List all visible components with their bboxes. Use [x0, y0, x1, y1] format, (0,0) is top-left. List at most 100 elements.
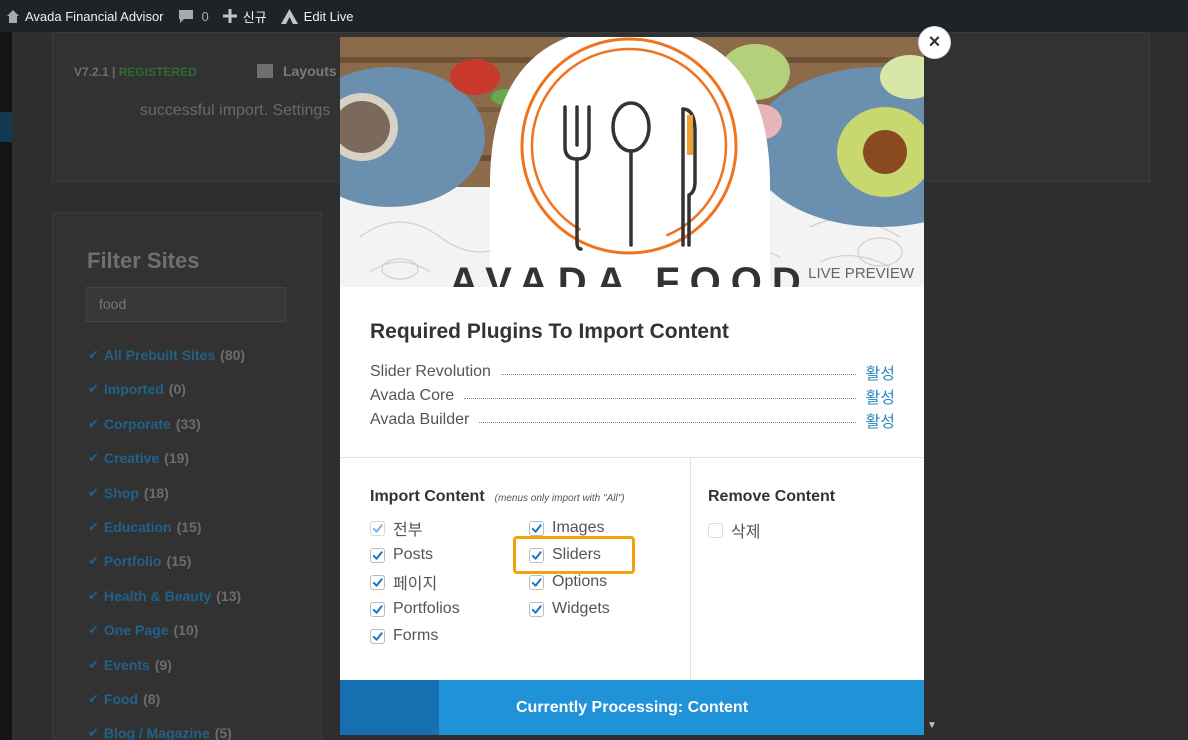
- site-name-label: Avada Financial Advisor: [25, 8, 164, 24]
- home-icon: [7, 9, 19, 23]
- version-number: V7.2.1: [74, 65, 109, 79]
- import-option-checkbox[interactable]: [370, 520, 385, 536]
- category-item[interactable]: ✔ Blog / Magazine (5): [88, 725, 245, 740]
- category-item[interactable]: ✔ Food (8): [88, 691, 245, 725]
- category-item[interactable]: ✔ Health & Beauty (13): [88, 588, 245, 622]
- plugin-row: Avada Builder 활성: [370, 408, 895, 432]
- filter-title: Filter Sites: [87, 248, 200, 273]
- import-option-checkbox[interactable]: [370, 628, 385, 644]
- version-separator: |: [112, 65, 116, 79]
- food-preview-illustration: AVADA FOOD: [340, 37, 924, 287]
- check-icon: ✔: [88, 415, 99, 431]
- import-modal: AVADA FOOD LIVE PREVIEW Required Plugins…: [340, 37, 924, 735]
- collapse-menu-tab[interactable]: [0, 112, 12, 142]
- layouts-link[interactable]: Layouts: [257, 63, 337, 79]
- category-name: Corporate: [103, 415, 171, 432]
- plugin-row: Slider Revolution 활성: [370, 360, 895, 384]
- category-item[interactable]: ✔ Imported (0): [88, 381, 245, 415]
- import-option-label: 전부: [393, 522, 423, 539]
- filter-search-input[interactable]: food: [86, 287, 286, 322]
- import-content-note: (menus only import with "All"): [494, 493, 625, 504]
- admin-bar: Avada Financial Advisor 0 신규 Edit Live: [0, 0, 1188, 32]
- scroll-down-arrow-icon[interactable]: ▼: [927, 720, 937, 731]
- import-option-checkbox[interactable]: [529, 574, 544, 590]
- category-count: (18): [143, 484, 169, 501]
- version-info: V7.2.1 | REGISTERED: [74, 65, 197, 79]
- import-option[interactable]: Portfolios: [370, 598, 460, 620]
- remove-all-label: 삭제: [731, 524, 761, 541]
- import-option-checkbox[interactable]: [529, 601, 544, 617]
- new-content-link[interactable]: 신규: [216, 0, 274, 32]
- category-count: (15): [176, 518, 202, 535]
- registered-badge: REGISTERED: [118, 65, 197, 79]
- import-option-checkbox[interactable]: [370, 574, 385, 590]
- category-name: One Page: [103, 622, 169, 639]
- category-name: Blog / Magazine: [103, 725, 210, 740]
- category-item[interactable]: ✔ Education (15): [88, 519, 245, 553]
- dotted-leader: [500, 373, 856, 375]
- layout-icon: [257, 64, 273, 78]
- category-item[interactable]: ✔ All Prebuilt Sites (80): [88, 347, 245, 381]
- category-name: Education: [103, 518, 172, 535]
- category-name: All Prebuilt Sites: [103, 347, 216, 363]
- category-list: ✔ All Prebuilt Sites (80) ✔ Imported (0) ✔ Corp…: [88, 347, 245, 740]
- category-item[interactable]: ✔ Shop (18): [88, 485, 245, 519]
- import-option[interactable]: Posts: [370, 544, 433, 566]
- category-count: (9): [154, 656, 172, 673]
- check-icon: ✔: [88, 518, 99, 534]
- category-item[interactable]: ✔ Corporate (33): [88, 416, 245, 450]
- import-success-text: successful import. Settings: [140, 102, 331, 119]
- category-count: (5): [214, 725, 232, 740]
- import-option-label: Forms: [393, 627, 439, 644]
- import-option-label: Portfolios: [393, 600, 460, 617]
- check-icon: ✔: [88, 725, 99, 740]
- category-item[interactable]: ✔ Portfolio (15): [88, 553, 245, 587]
- import-option[interactable]: 전부: [370, 517, 422, 539]
- comments-link[interactable]: 0: [171, 0, 216, 32]
- check-icon: ✔: [88, 690, 99, 706]
- import-option[interactable]: 페이지: [370, 571, 437, 593]
- demo-preview-image[interactable]: AVADA FOOD LIVE PREVIEW: [340, 37, 924, 287]
- required-plugins-section: Required Plugins To Import Content Slide…: [370, 320, 895, 432]
- import-option[interactable]: Widgets: [529, 598, 610, 620]
- remove-all-checkbox[interactable]: [708, 522, 723, 538]
- remove-all-option[interactable]: 삭제: [708, 519, 760, 541]
- category-name: Portfolio: [103, 553, 162, 570]
- activate-plugin-link[interactable]: 활성: [866, 408, 895, 432]
- edit-live-link[interactable]: Edit Live: [274, 0, 361, 32]
- check-icon: ✔: [88, 347, 99, 362]
- import-option-checkbox[interactable]: [529, 520, 544, 536]
- layouts-label: Layouts: [283, 63, 337, 79]
- site-name-link[interactable]: Avada Financial Advisor: [0, 0, 171, 32]
- category-item[interactable]: ✔ Creative (19): [88, 450, 245, 484]
- import-option[interactable]: Forms: [370, 625, 438, 647]
- comments-count: 0: [201, 8, 209, 24]
- category-name: Food: [103, 690, 139, 707]
- admin-sidebar: [0, 32, 12, 740]
- activate-plugin-link[interactable]: 활성: [866, 360, 895, 384]
- comment-icon: [178, 9, 193, 23]
- category-name: Health & Beauty: [103, 587, 212, 604]
- category-name: Creative: [103, 450, 160, 467]
- import-option-label: Images: [552, 519, 605, 536]
- category-count: (15): [166, 553, 192, 570]
- live-preview-label[interactable]: LIVE PREVIEW: [808, 265, 914, 282]
- plugins-list: Slider Revolution 활성 Avada Core 활성 Avada Bui…: [370, 360, 895, 432]
- import-content-heading: Import Content (menus only import with "…: [370, 488, 625, 506]
- category-count: (19): [164, 450, 190, 467]
- check-icon: ✔: [88, 622, 99, 638]
- plugin-row: Avada Core 활성: [370, 384, 895, 408]
- import-option-checkbox[interactable]: [370, 547, 385, 563]
- category-count: (33): [175, 415, 201, 432]
- close-modal-button[interactable]: ×: [919, 27, 950, 58]
- import-option[interactable]: Options: [529, 571, 607, 593]
- import-option-checkbox[interactable]: [370, 601, 385, 617]
- category-name: Shop: [103, 484, 139, 501]
- activate-plugin-link[interactable]: 활성: [866, 384, 895, 408]
- category-name: Imported: [103, 381, 164, 398]
- category-item[interactable]: ✔ One Page (10): [88, 622, 245, 656]
- check-icon: ✔: [88, 450, 99, 466]
- category-count: (13): [216, 587, 242, 604]
- sliders-highlight-box: [513, 536, 635, 574]
- category-item[interactable]: ✔ Events (9): [88, 657, 245, 691]
